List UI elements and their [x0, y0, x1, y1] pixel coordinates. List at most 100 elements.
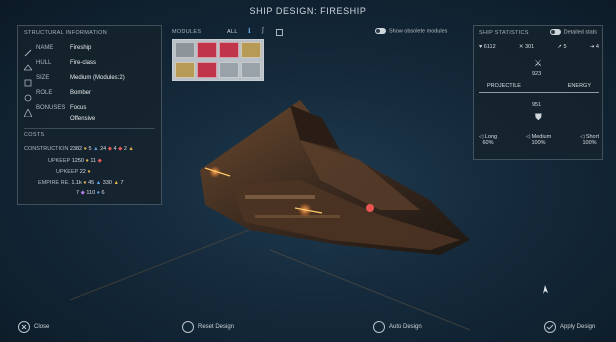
- red-resource-icon-3: ◆: [96, 158, 102, 164]
- size-icon: [24, 74, 32, 87]
- bonus-offensive: Offensive: [70, 116, 96, 122]
- projectile-label: PROJECTILE: [487, 83, 521, 89]
- upkeep2-row: UPKEEP 22 ●: [56, 169, 91, 175]
- module-slot-6[interactable]: [197, 62, 217, 78]
- filter-all[interactable]: ALL: [227, 29, 238, 35]
- auto-label: Auto Design: [389, 324, 422, 330]
- close-label: Close: [34, 324, 50, 330]
- modules-panel: MODULES ALL ℹ ∫ Show obsolete modules: [172, 26, 472, 86]
- empire-v7: 6: [101, 190, 105, 196]
- filter-square-icon[interactable]: [276, 29, 283, 36]
- ship-design-screen: SHIP DESIGN: FIRESHIP STRUCTURAL INFORMA…: [0, 0, 616, 342]
- blue-resource-icon: ●: [95, 190, 100, 196]
- structural-header: STRUCTURAL INFORMATION: [24, 30, 107, 36]
- module-slot-7[interactable]: [219, 62, 239, 78]
- page-title: SHIP DESIGN: FIRESHIP: [249, 6, 367, 16]
- energy-label: ENERGY: [567, 83, 591, 89]
- empire-v1: 1.1k: [71, 180, 82, 186]
- heart-icon: ♥: [479, 44, 483, 50]
- name-value: Fireship: [70, 45, 92, 51]
- empire-v3: 330: [102, 180, 112, 186]
- medium-range-icon: ◁: [525, 134, 531, 140]
- bonus-focus: Focus: [70, 105, 87, 111]
- shield-icon: ⛊: [535, 112, 542, 122]
- fireship-model: [200, 100, 470, 255]
- size-label: SIZE: [36, 75, 50, 81]
- pencil-icon: [24, 44, 32, 57]
- detailed-toggle-switch[interactable]: [549, 29, 561, 35]
- medium-range-value: 100%: [531, 140, 546, 146]
- module-slot-4[interactable]: [241, 42, 261, 58]
- filter-info-icon[interactable]: ℹ: [248, 27, 251, 35]
- hull-label: HULL: [36, 60, 52, 66]
- detailed-stats-label: Detailed stats: [563, 29, 597, 36]
- module-slot-1[interactable]: [175, 42, 195, 58]
- show-obsolete-label: Show obsolete modules: [389, 28, 448, 35]
- empire-v4: 7: [120, 180, 124, 186]
- speed-value: 5: [563, 44, 567, 50]
- gear-icon: [373, 321, 385, 333]
- upkeep-row: UPKEEP 1250 ● 11 ◆: [48, 158, 102, 164]
- upkeep-label: UPKEEP: [48, 158, 71, 164]
- divider: [24, 128, 155, 129]
- credits-icon-3: ●: [85, 169, 91, 175]
- module-slot-8[interactable]: [241, 62, 261, 78]
- bottom-value: 951: [532, 102, 542, 108]
- stat-summary-row: ♥ 6112 ✕ 301 ➚ 5 ⇥ 4: [479, 44, 599, 50]
- name-label: NAME: [36, 45, 54, 51]
- modules-header: MODULES: [172, 29, 202, 35]
- upkeep2-label: UPKEEP: [56, 169, 79, 175]
- reset-design-button[interactable]: Reset Design: [182, 321, 234, 333]
- fire-icon: ▲: [126, 146, 134, 152]
- credits-icon-4: ●: [81, 180, 87, 186]
- credits-icon: ●: [82, 146, 87, 152]
- construction-credits: 2382: [69, 146, 83, 152]
- module-slot-2[interactable]: [197, 42, 217, 58]
- bonus-icon: [23, 104, 33, 118]
- size-row: SIZE: [24, 74, 50, 87]
- module-slot-5[interactable]: [175, 62, 195, 78]
- range-icon: ⇥: [589, 44, 595, 50]
- close-button[interactable]: Close: [18, 321, 49, 333]
- auto-design-button[interactable]: Auto Design: [373, 321, 422, 333]
- sword-icon: ⚔: [534, 58, 543, 68]
- costs-header: COSTS: [24, 132, 45, 138]
- range-short: ◁ Short 100%: [580, 134, 599, 146]
- long-range-value: 60%: [482, 140, 494, 146]
- attack-icon: ✕: [518, 44, 524, 50]
- apply-label: Apply Design: [560, 324, 596, 330]
- empire-row: EMPIRE RE. 1.1k ● 45 ▲ 330 ▲ 7: [38, 180, 124, 186]
- hp-value: 6112: [483, 44, 496, 50]
- role-value: Bomber: [70, 90, 92, 96]
- bonuses-label: BONUSES: [36, 105, 66, 111]
- alloy-icon: ▲: [91, 146, 99, 152]
- top-value: 923: [532, 71, 542, 77]
- size-value: Medium (Modules:2): [70, 75, 125, 81]
- reset-icon: [182, 321, 194, 333]
- module-slot-3[interactable]: [219, 42, 239, 58]
- structural-panel: STRUCTURAL INFORMATION NAME Fireship HUL…: [17, 25, 162, 205]
- construction-row: CONSTRUCTION 2382 ● 5 ▲ 24 ◆ 4 ◆ 2 ▲: [24, 146, 134, 152]
- fire-icon-2: ▲: [111, 180, 119, 186]
- show-obsolete-toggle[interactable]: Show obsolete modules: [375, 28, 447, 34]
- purple-resource-icon: ◆: [79, 190, 85, 196]
- checkmark-icon: [544, 321, 556, 333]
- construction-label: CONSTRUCTION: [24, 146, 69, 152]
- hull-row: HULL: [23, 59, 52, 71]
- close-icon: [18, 321, 30, 333]
- alloy-icon-2: ▲: [94, 180, 102, 186]
- red-resource-icon-2: ◆: [116, 146, 123, 152]
- projectile-energy-bar: PROJECTILE ENERGY: [479, 83, 599, 93]
- filter-weapon-icon[interactable]: ∫: [262, 27, 264, 34]
- role-row: ROLE: [24, 89, 52, 102]
- role-icon: [24, 89, 32, 102]
- apply-design-button[interactable]: Apply Design: [544, 321, 595, 333]
- hull-value: Fire-class: [70, 60, 97, 66]
- stats-header: SHIP STATISTICS: [479, 30, 529, 36]
- upkeep-v1: 1250: [71, 158, 84, 164]
- obsolete-toggle-switch[interactable]: [375, 28, 386, 34]
- ship-statistics-panel: SHIP STATISTICS Detailed stats ♥ 6112 ✕ …: [473, 25, 603, 160]
- name-row: NAME: [24, 44, 66, 57]
- detailed-stats-toggle[interactable]: Detailed stats: [549, 29, 597, 36]
- empire-label: EMPIRE RE.: [38, 180, 70, 186]
